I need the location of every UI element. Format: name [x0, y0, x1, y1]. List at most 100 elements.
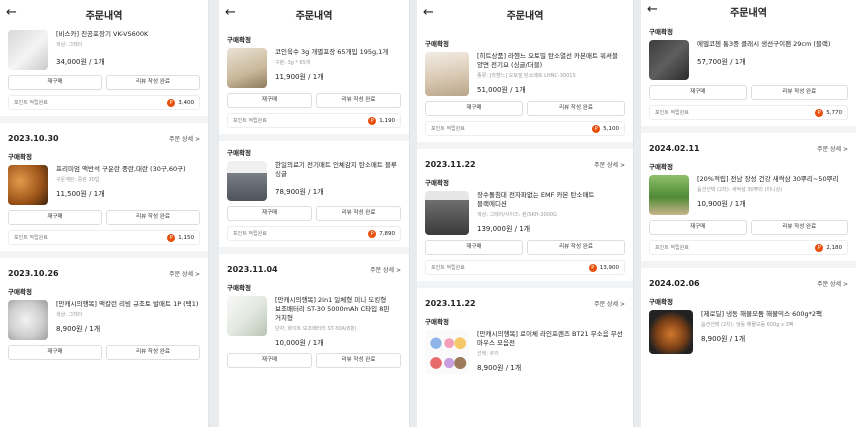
product-thumbnail[interactable] — [8, 30, 48, 70]
order-date: 2023.11.22 — [425, 159, 476, 169]
product-price: 10,000원 / 1개 — [275, 339, 324, 347]
product-option: 선택: 쿠키 — [477, 351, 499, 357]
product-thumbnail[interactable] — [227, 48, 267, 88]
points-label: 포인트 적립완료 — [431, 265, 465, 271]
review-done-button[interactable]: 리뷰 작성 완료 — [527, 240, 625, 255]
review-done-button[interactable]: 리뷰 작성 완료 — [316, 353, 401, 368]
product-thumbnail[interactable] — [227, 296, 267, 336]
review-done-button[interactable]: 리뷰 작성 완료 — [106, 210, 200, 225]
order-card: 구매확정 [히트상품] 라헨느 오토밀 탄소열선 카본매트 워셔블 양면 전기요… — [417, 38, 633, 136]
order-detail-link[interactable]: 주문 상세 > — [817, 279, 848, 288]
product-price: 11,500원 / 1개 — [56, 190, 105, 198]
reorder-button[interactable]: 재구매 — [8, 75, 102, 90]
order-detail-link[interactable]: 주문 상세 > — [169, 269, 200, 278]
product-price: 8,900원 / 1개 — [477, 364, 522, 372]
product-name[interactable]: 에델코첸 통3중 클래시 생선구이팬 29cm (블랙) — [697, 40, 848, 49]
review-done-button[interactable]: 리뷰 작성 완료 — [316, 206, 401, 221]
order-detail-link[interactable]: 주문 상세 > — [594, 299, 625, 308]
order-card: 2023.10.26 주문 상세 > 구매확정 [만캐시의행복] 액칼런 리빙 … — [0, 264, 208, 360]
review-done-button[interactable]: 리뷰 작성 완료 — [750, 85, 848, 100]
points-row: 포인트 적립완료 P 7,890 — [227, 226, 401, 241]
product-option: 색상: 그레이 — [56, 312, 83, 318]
reorder-button[interactable]: 재구매 — [227, 353, 312, 368]
product-option: 단자: 화이트 보조배터리 ST-30A(8핀) — [275, 326, 357, 332]
product-name[interactable]: [비스카] 진공포장기 VK-VS600K — [56, 30, 200, 39]
order-history-screen-3: ← 주문내역 구매확정 [히트상품] 라헨느 오토밀 탄소열선 카본매트 워셔블… — [417, 0, 634, 427]
product-name[interactable]: 프리미엄 액반석 구운란 중란,대란 (30구,60구) — [56, 165, 200, 174]
order-card: 구매확정 한일의료기 전기매트 인체감지 탄소매트 블루 싱글 78,900원 … — [219, 147, 409, 241]
product-thumbnail[interactable] — [8, 165, 48, 205]
points-value: 7,890 — [379, 230, 395, 237]
reorder-button[interactable]: 재구매 — [425, 101, 523, 116]
product-name[interactable]: [만캐시의행복] 로이체 라인프렌즈 BT21 무소음 무선 마우스 모음전 — [477, 330, 625, 348]
order-detail-link[interactable]: 주문 상세 > — [370, 265, 401, 274]
product-name[interactable]: 장수돌침대 전자파없는 EMF 카본 탄소매트 블랙에디션 — [477, 191, 625, 209]
review-done-button[interactable]: 리뷰 작성 완료 — [750, 220, 848, 235]
order-card: 2024.02.06 주문 상세 > 구매확정 [제로딜] 냉동 해물모둠 해물… — [641, 274, 856, 354]
product-option: 옵션선택 (2차): 새싹삼 30뿌리 (미니상) — [697, 187, 783, 193]
points-row: 포인트 적립완료 P 5,770 — [649, 105, 848, 120]
points-row: 포인트 적립완료 P 3,400 — [8, 95, 200, 110]
points-value: 5,770 — [826, 109, 842, 116]
order-detail-link[interactable]: 주문 상세 > — [594, 160, 625, 169]
product-thumbnail[interactable] — [425, 330, 469, 374]
order-date: 2024.02.06 — [649, 278, 700, 288]
product-name[interactable]: [만캐시의행복] 2in1 일체형 미니 도킹형 보조배터리 ST-30 500… — [275, 296, 401, 323]
product-option: 구운계란: 중란 30입 — [56, 177, 100, 183]
points-row: 포인트 적립완료 P 1,190 — [227, 113, 401, 128]
product-name[interactable]: [만캐시의행복] 액칼런 리빙 규조토 발매트 1P (택1) — [56, 300, 200, 309]
points-row: 포인트 적립완료 P 2,180 — [649, 240, 848, 255]
order-detail-link[interactable]: 주문 상세 > — [817, 144, 848, 153]
product-thumbnail[interactable] — [649, 175, 689, 215]
reorder-button[interactable]: 재구매 — [649, 220, 747, 235]
point-coin-icon: P — [815, 108, 824, 117]
reorder-button[interactable]: 재구매 — [425, 240, 523, 255]
point-coin-icon: P — [368, 116, 377, 125]
points-value: 1,150 — [178, 234, 194, 241]
product-thumbnail[interactable] — [425, 191, 469, 235]
product-thumbnail[interactable] — [649, 40, 689, 80]
product-name[interactable]: 한일의료기 전기매트 인체감지 탄소매트 블루 싱글 — [275, 161, 401, 179]
points-label: 포인트 적립완료 — [655, 110, 689, 116]
product-price: 8,900원 / 1개 — [701, 335, 746, 343]
order-status: 구매확정 — [425, 318, 449, 326]
review-done-button[interactable]: 리뷰 작성 완료 — [106, 75, 200, 90]
product-option: 옵션선택 (2차): 냉동 해물모둠 600g x 3팩 — [701, 322, 794, 328]
point-coin-icon: P — [368, 229, 377, 238]
order-detail-link[interactable]: 주문 상세 > — [169, 134, 200, 143]
points-label: 포인트 적립완료 — [233, 231, 267, 237]
product-name[interactable]: [20%적립] 전남 장성 건강 새싹삼 30뿌리~50뿌리 — [697, 175, 848, 184]
product-thumbnail[interactable] — [227, 161, 267, 201]
order-card: [비스카] 진공포장기 VK-VS600K 색상: 그레이 34,000원 / … — [0, 30, 208, 110]
product-thumbnail[interactable] — [649, 310, 693, 354]
product-thumbnail[interactable] — [425, 52, 469, 96]
reorder-button[interactable]: 재구매 — [8, 345, 102, 360]
header: ← 주문내역 — [219, 0, 409, 28]
product-name[interactable]: 코인육수 3g 개별포장 65개입 195g,1개 — [275, 48, 401, 57]
order-card: 2023.11.22 주문 상세 > 구매확정 [만캐시의행복] 로이체 라인프… — [417, 294, 633, 374]
product-price: 34,000원 / 1개 — [56, 58, 105, 66]
reorder-button[interactable]: 재구매 — [227, 93, 312, 108]
order-card: 2023.11.04 주문 상세 > 구매확정 [만캐시의행복] 2in1 일체… — [219, 260, 409, 368]
product-name[interactable]: [히트상품] 라헨느 오토밀 탄소열선 카본매트 워셔블 양면 전기요 (싱글/… — [477, 52, 625, 70]
product-name[interactable]: [제로딜] 냉동 해물모둠 해물믹스 600g*2팩 — [701, 310, 848, 319]
reorder-button[interactable]: 재구매 — [8, 210, 102, 225]
points-value: 3,400 — [178, 99, 194, 106]
order-card: 2023.10.30 주문 상세 > 구매확정 프리미엄 액반석 구운란 중란,… — [0, 129, 208, 245]
review-done-button[interactable]: 리뷰 작성 완료 — [316, 93, 401, 108]
review-done-button[interactable]: 리뷰 작성 완료 — [527, 101, 625, 116]
points-value: 13,900 — [599, 264, 619, 271]
product-thumbnail[interactable] — [8, 300, 48, 340]
order-status: 구매확정 — [649, 28, 673, 36]
order-card: 구매확정 코인육수 3g 개별포장 65개입 195g,1개 구분: 3g * … — [219, 34, 409, 128]
header: ← 주문내역 — [417, 0, 633, 28]
header: ← 주문내역 — [641, 0, 856, 22]
points-row: 포인트 적립완료 P 1,150 — [8, 230, 200, 245]
reorder-button[interactable]: 재구매 — [227, 206, 312, 221]
page-title: 주문내역 — [85, 11, 123, 22]
reorder-button[interactable]: 재구매 — [649, 85, 747, 100]
order-date: 2023.10.26 — [8, 268, 59, 278]
product-price: 139,000원 / 1개 — [477, 225, 531, 233]
review-done-button[interactable]: 리뷰 작성 완료 — [106, 345, 200, 360]
points-label: 포인트 적립완료 — [655, 245, 689, 251]
